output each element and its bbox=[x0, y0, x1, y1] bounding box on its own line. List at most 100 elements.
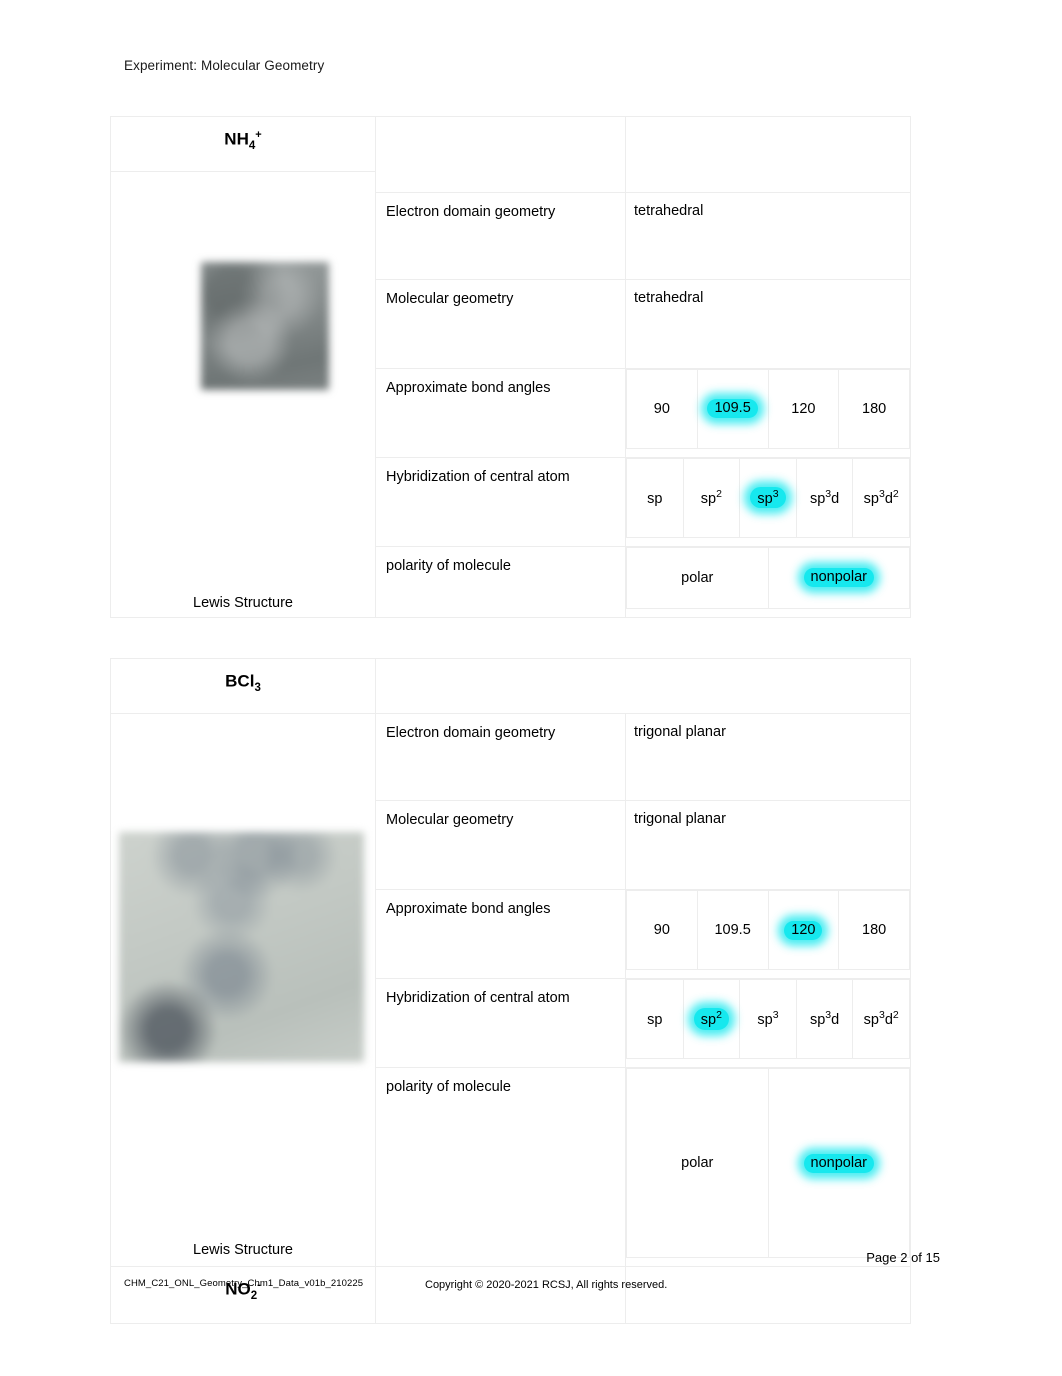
bond-angle-option[interactable]: 90 bbox=[626, 890, 698, 970]
electron-domain-geometry-value: tetrahedral bbox=[625, 191, 911, 280]
molecule-formula-bcl3: BCl3 bbox=[110, 658, 376, 714]
bond-angles-options-cell: 90 109.5 120 180 bbox=[625, 889, 911, 979]
hybridization-options-cell: sp sp2 sp3 sp3d sp3d2 bbox=[625, 978, 911, 1068]
electron-domain-geometry-label: Electron domain geometry bbox=[375, 191, 626, 280]
polarity-option-text-selected: nonpolar bbox=[803, 568, 874, 587]
hybridization-option-text: sp bbox=[647, 1012, 663, 1029]
molecule-formula-nh4: NH4+ bbox=[110, 116, 376, 172]
hybridization-option-grid: sp sp2 sp3 sp3d sp3d2 bbox=[626, 979, 910, 1059]
lewis-structure-label: Lewis Structure bbox=[193, 1242, 293, 1258]
hybridization-option[interactable]: sp bbox=[626, 457, 684, 538]
hybridization-option-text: sp3d2 bbox=[863, 488, 899, 507]
table-row: Lewis Structure Electron domain geometry… bbox=[110, 191, 911, 618]
hybridization-option-text-selected: sp3 bbox=[750, 486, 786, 509]
polarity-option-nonpolar[interactable]: nonpolar bbox=[767, 546, 910, 609]
hybridization-option[interactable]: sp bbox=[626, 979, 684, 1059]
hybridization-options-cell: sp sp2 sp3 sp3d sp3d2 bbox=[625, 456, 911, 547]
electron-domain-geometry-label: Electron domain geometry bbox=[375, 713, 626, 801]
polarity-options-cell: polar nonpolar bbox=[625, 1067, 911, 1267]
polarity-option-polar[interactable]: polar bbox=[626, 1068, 769, 1258]
bond-angle-option[interactable]: 109.5 bbox=[696, 368, 769, 449]
formula-main: NH bbox=[224, 129, 249, 149]
footer-file-code: CHM_C21_ONL_Geometry_Chm1_Data_v01b_2102… bbox=[124, 1278, 364, 1289]
footer-page-number: Page 2 of 15 bbox=[866, 1250, 940, 1265]
table-row: NH4+ bbox=[110, 116, 911, 193]
molecule-table-nh4: NH4+ Lewis Structure Electron domain geo… bbox=[110, 116, 911, 618]
spacer-cell bbox=[375, 658, 911, 714]
molecule-formula-no2: NO2- bbox=[110, 1266, 376, 1324]
polarity-option-text: polar bbox=[681, 1155, 714, 1171]
molecular-geometry-value: tetrahedral bbox=[625, 278, 911, 369]
lewis-structure-cell-top bbox=[110, 171, 376, 192]
bond-angle-option-text-selected: 109.5 bbox=[707, 399, 758, 418]
hybridization-option[interactable]: sp3d bbox=[795, 457, 854, 538]
hybridization-option-text: sp bbox=[647, 490, 663, 507]
polarity-option-text-selected: nonpolar bbox=[803, 1153, 874, 1173]
bond-angle-option-text: 180 bbox=[862, 922, 887, 938]
hybridization-option-text: sp3 bbox=[757, 1009, 779, 1029]
molecular-geometry-label: Molecular geometry bbox=[375, 278, 626, 369]
hybridization-option[interactable]: sp2 bbox=[682, 979, 741, 1059]
document-header: Experiment: Molecular Geometry bbox=[124, 58, 325, 73]
lewis-structure-photo bbox=[119, 832, 364, 1062]
lewis-structure-photo bbox=[201, 262, 329, 390]
document-page: Experiment: Molecular Geometry NH4+ Lewi… bbox=[0, 0, 1062, 1376]
bond-angle-option-grid: 90 109.5 120 180 bbox=[626, 890, 910, 970]
bond-angles-options-cell: 90 109.5 120 180 bbox=[625, 367, 911, 458]
formula-superscript: + bbox=[255, 129, 262, 141]
polarity-option-nonpolar[interactable]: nonpolar bbox=[767, 1068, 910, 1258]
molecule-table-bcl3: BCl3 Lewis Structure Electron domain geo… bbox=[110, 658, 911, 1324]
lewis-structure-cell-nh4[interactable]: Lewis Structure bbox=[110, 192, 376, 618]
electron-domain-geometry-value: trigonal planar bbox=[625, 713, 911, 801]
bond-angles-label: Approximate bond angles bbox=[375, 889, 626, 979]
hybridization-option[interactable]: sp2 bbox=[682, 457, 741, 538]
polarity-option-grid: polar nonpolar bbox=[626, 1068, 910, 1258]
hybridization-option-text: sp3d bbox=[809, 488, 840, 507]
bond-angle-option-text: 180 bbox=[862, 400, 887, 417]
lewis-structure-label: Lewis Structure bbox=[193, 594, 293, 611]
bond-angle-option-text: 109.5 bbox=[714, 922, 751, 938]
spacer-cell bbox=[625, 116, 911, 193]
polarity-option-grid: polar nonpolar bbox=[626, 546, 910, 609]
formula-subscript: 3 bbox=[254, 682, 261, 695]
polarity-options-cell: polar nonpolar bbox=[625, 545, 911, 618]
bond-angle-option-text-selected: 120 bbox=[784, 920, 823, 940]
hybridization-option[interactable]: sp3d2 bbox=[852, 457, 910, 538]
hybridization-option[interactable]: sp3d2 bbox=[852, 979, 910, 1059]
hybridization-option-text: sp3d bbox=[809, 1009, 840, 1029]
hybridization-option[interactable]: sp3d bbox=[795, 979, 854, 1059]
polarity-option-polar[interactable]: polar bbox=[626, 546, 769, 609]
bond-angle-option-text: 90 bbox=[653, 400, 670, 417]
hybridization-option[interactable]: sp3 bbox=[739, 457, 797, 538]
lewis-structure-cell-bcl3[interactable]: Lewis Structure bbox=[110, 713, 376, 1267]
polarity-option-text: polar bbox=[681, 569, 714, 586]
bond-angle-option[interactable]: 180 bbox=[838, 368, 910, 449]
polarity-label: polarity of molecule bbox=[375, 1067, 626, 1267]
bond-angle-option-grid: 90 109.5 120 180 bbox=[626, 368, 910, 449]
formula-main: BCl bbox=[225, 671, 255, 691]
bond-angle-option-text: 90 bbox=[653, 922, 670, 938]
hybridization-option-text: sp3d2 bbox=[863, 1009, 899, 1029]
bond-angle-option[interactable]: 120 bbox=[767, 890, 840, 970]
hybridization-label: Hybridization of central atom bbox=[375, 978, 626, 1068]
bond-angle-option[interactable]: 180 bbox=[838, 890, 910, 970]
bond-angle-option[interactable]: 120 bbox=[767, 368, 840, 449]
footer-copyright: Copyright © 2020-2021 RCSJ, All rights r… bbox=[425, 1279, 668, 1291]
spacer-cell bbox=[375, 1266, 626, 1324]
bond-angle-option[interactable]: 109.5 bbox=[696, 890, 769, 970]
hybridization-option-text: sp2 bbox=[700, 488, 722, 507]
table-row: NO2- bbox=[110, 1266, 911, 1324]
molecular-geometry-label: Molecular geometry bbox=[375, 800, 626, 890]
hybridization-option-grid: sp sp2 sp3 sp3d sp3d2 bbox=[626, 457, 910, 538]
molecular-geometry-value: trigonal planar bbox=[625, 800, 911, 890]
table-row: BCl3 bbox=[110, 658, 911, 714]
bond-angles-label: Approximate bond angles bbox=[375, 367, 626, 458]
hybridization-option[interactable]: sp3 bbox=[739, 979, 797, 1059]
bond-angle-option-text: 120 bbox=[791, 400, 816, 417]
hybridization-label: Hybridization of central atom bbox=[375, 456, 626, 547]
spacer-cell bbox=[375, 116, 626, 193]
polarity-label: polarity of molecule bbox=[375, 545, 626, 618]
bond-angle-option[interactable]: 90 bbox=[626, 368, 698, 449]
table-row: Lewis Structure Electron domain geometry… bbox=[110, 713, 911, 1267]
formula-subscript: 2 bbox=[250, 1290, 258, 1303]
